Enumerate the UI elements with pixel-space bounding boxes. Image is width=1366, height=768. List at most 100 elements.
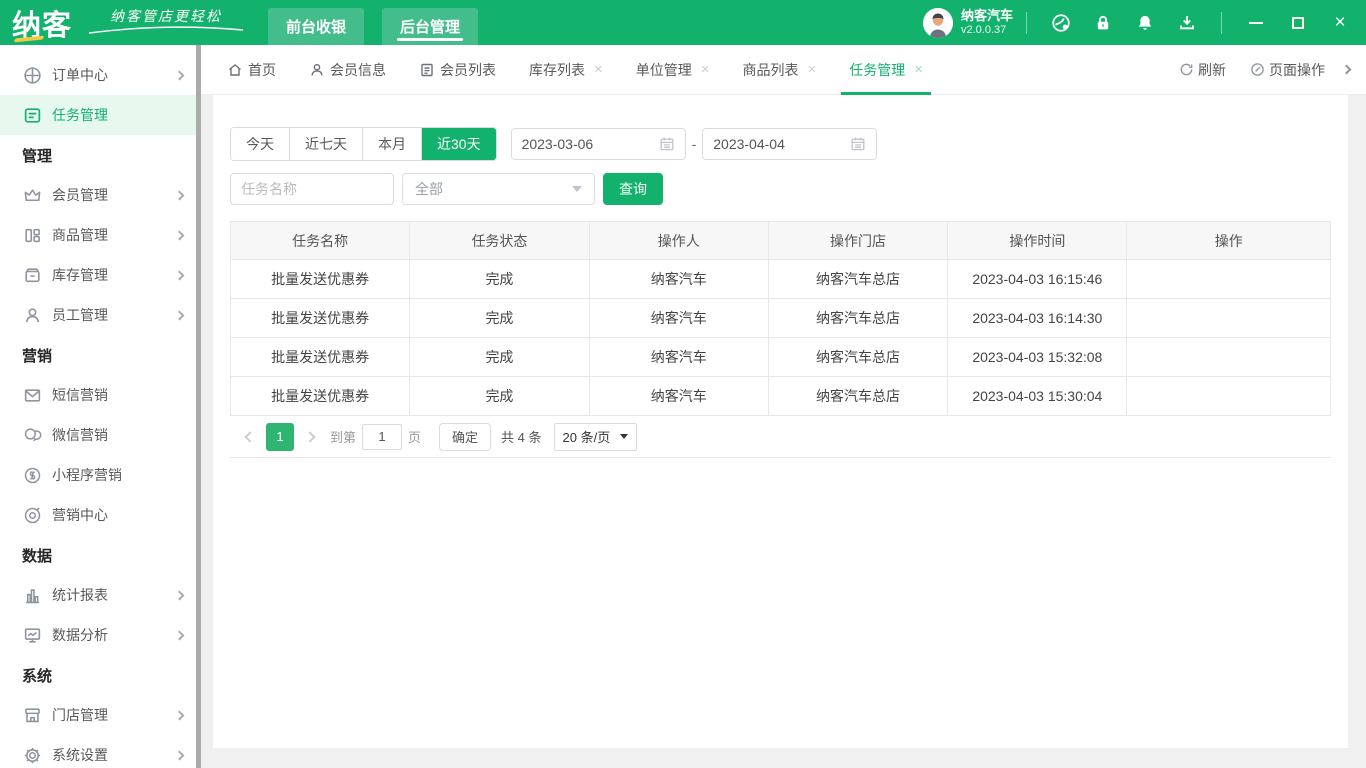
page-actions-button[interactable]: 页面操作 (1250, 60, 1325, 80)
sidebar-section-management: 管理 (0, 135, 201, 175)
prev-page-button[interactable] (244, 431, 255, 442)
sidebar-item-label: 库存管理 (52, 265, 108, 285)
nav-tab-front-cashier[interactable]: 前台收银 (268, 8, 364, 45)
tab-goods-list[interactable]: 商品列表 × (743, 45, 817, 95)
cell-task-status: 完成 (410, 260, 589, 299)
header-divider (1026, 12, 1027, 34)
range-this-month-button[interactable]: 本月 (363, 128, 422, 160)
cell-operate-time: 2023-04-03 15:30:04 (948, 377, 1127, 416)
sms-envelope-icon (22, 385, 42, 405)
cell-actions (1127, 299, 1331, 338)
user-name: 纳客汽车 (961, 8, 1013, 24)
nav-tab-back-office[interactable]: 后台管理 (382, 8, 478, 45)
member-list-doc-icon (419, 62, 435, 78)
chevron-down-icon (620, 434, 628, 439)
tab-close-icon[interactable]: × (914, 62, 923, 77)
task-name-input[interactable] (241, 181, 383, 197)
tab-close-icon[interactable]: × (808, 62, 817, 77)
col-task-name: 任务名称 (231, 222, 410, 260)
goto-page-input[interactable] (362, 424, 402, 450)
store-front-icon (22, 705, 42, 725)
wechat-bubbles-icon (22, 425, 42, 445)
mini-program-icon (22, 465, 42, 485)
pagination-bar: 1 到第 页 确定 共 4 条 20 条/页 (230, 416, 1331, 458)
tab-close-icon[interactable]: × (701, 62, 710, 77)
goto-suffix-label: 页 (408, 427, 421, 446)
chevron-right-icon[interactable] (1342, 65, 1352, 75)
sidebar-item-label: 员工管理 (52, 305, 108, 325)
sidebar-item-marketing-center[interactable]: 营销中心 (0, 495, 201, 535)
refresh-label: 刷新 (1198, 60, 1226, 80)
tab-label: 会员列表 (440, 60, 496, 80)
sidebar-item-label: 短信营销 (52, 385, 108, 405)
sidebar-item-sms-marketing[interactable]: 短信营销 (0, 375, 201, 415)
sidebar-item-order-center[interactable]: 订单中心 (0, 55, 201, 95)
chevron-right-icon (175, 710, 185, 720)
confirm-page-button[interactable]: 确定 (439, 423, 491, 451)
notification-bell-icon[interactable] (1135, 13, 1155, 33)
task-list-icon (22, 105, 42, 125)
tab-member-list[interactable]: 会员列表 (419, 45, 496, 95)
chevron-down-icon (572, 186, 582, 192)
goto-prefix-label: 到第 (330, 427, 356, 446)
date-from-input[interactable] (522, 136, 659, 152)
cell-task-status: 完成 (410, 299, 589, 338)
sidebar-item-statistics-report[interactable]: 统计报表 (0, 575, 201, 615)
maximize-button[interactable] (1290, 15, 1306, 31)
date-to-field[interactable] (702, 128, 877, 160)
date-filter-row: 今天 近七天 本月 近30天 - (230, 127, 1331, 161)
minimize-button[interactable] (1248, 15, 1264, 31)
range-last30days-button[interactable]: 近30天 (422, 128, 496, 160)
avatar[interactable] (923, 8, 953, 38)
page-size-select[interactable]: 20 条/页 (554, 423, 638, 451)
sidebar-item-miniprogram-marketing[interactable]: 小程序营销 (0, 455, 201, 495)
next-page-button[interactable] (304, 431, 315, 442)
current-page-button[interactable]: 1 (266, 423, 294, 451)
search-button[interactable]: 查询 (603, 173, 663, 205)
sidebar-item-wechat-marketing[interactable]: 微信营销 (0, 415, 201, 455)
sidebar-item-system-settings[interactable]: 系统设置 (0, 735, 201, 768)
sidebar-item-label: 统计报表 (52, 585, 108, 605)
tab-member-info[interactable]: 会员信息 (309, 45, 386, 95)
order-center-globe-icon (22, 65, 42, 85)
cell-operate-time: 2023-04-03 16:15:46 (948, 260, 1127, 299)
tab-task-management[interactable]: 任务管理 × (849, 45, 923, 95)
tab-unit-management[interactable]: 单位管理 × (636, 45, 710, 95)
settings-gear-icon (22, 745, 42, 765)
tab-close-icon[interactable]: × (594, 62, 603, 77)
sidebar-scrollbar[interactable] (196, 45, 201, 768)
lock-icon[interactable] (1093, 13, 1113, 33)
calendar-icon (659, 136, 675, 152)
sidebar-item-staff-management[interactable]: 员工管理 (0, 295, 201, 335)
sidebar-item-task-management[interactable]: 任务管理 (0, 95, 201, 135)
sidebar-item-goods-management[interactable]: 商品管理 (0, 215, 201, 255)
staff-person-icon (22, 305, 42, 325)
range-today-button[interactable]: 今天 (231, 128, 290, 160)
sidebar-item-inventory-management[interactable]: 库存管理 (0, 255, 201, 295)
sidebar-item-data-analysis[interactable]: 数据分析 (0, 615, 201, 655)
status-select[interactable]: 全部 (402, 173, 595, 205)
chevron-right-icon (175, 750, 185, 760)
close-button[interactable]: × (1332, 15, 1348, 31)
sidebar-item-member-management[interactable]: 会员管理 (0, 175, 201, 215)
table-row: 批量发送优惠券 完成 纳客汽车 纳客汽车总店 2023-04-03 15:32:… (231, 338, 1331, 377)
task-name-field[interactable] (230, 173, 394, 205)
nav-tab-label: 前台收银 (286, 16, 346, 37)
tab-home[interactable]: 首页 (227, 45, 276, 95)
refresh-button[interactable]: 刷新 (1179, 60, 1226, 80)
table-row: 批量发送优惠券 完成 纳客汽车 纳客汽车总店 2023-04-03 16:15:… (231, 260, 1331, 299)
page-size-value: 20 条/页 (563, 427, 611, 446)
main-area: 首页 会员信息 会员列表 库存列表 × (201, 45, 1366, 768)
customer-service-icon[interactable] (1051, 13, 1071, 33)
date-to-input[interactable] (713, 136, 850, 152)
date-from-field[interactable] (511, 128, 686, 160)
range-last7days-button[interactable]: 近七天 (290, 128, 363, 160)
tab-label: 单位管理 (636, 60, 692, 80)
nav-tab-label: 后台管理 (400, 16, 460, 37)
sidebar-item-store-management[interactable]: 门店管理 (0, 695, 201, 735)
task-table: 任务名称 任务状态 操作人 操作门店 操作时间 操作 批量发送优惠券 完成 纳客 (230, 221, 1331, 416)
chevron-right-icon (175, 310, 185, 320)
download-icon[interactable] (1177, 13, 1197, 33)
tab-inventory-list[interactable]: 库存列表 × (529, 45, 603, 95)
chevron-right-icon (175, 630, 185, 640)
